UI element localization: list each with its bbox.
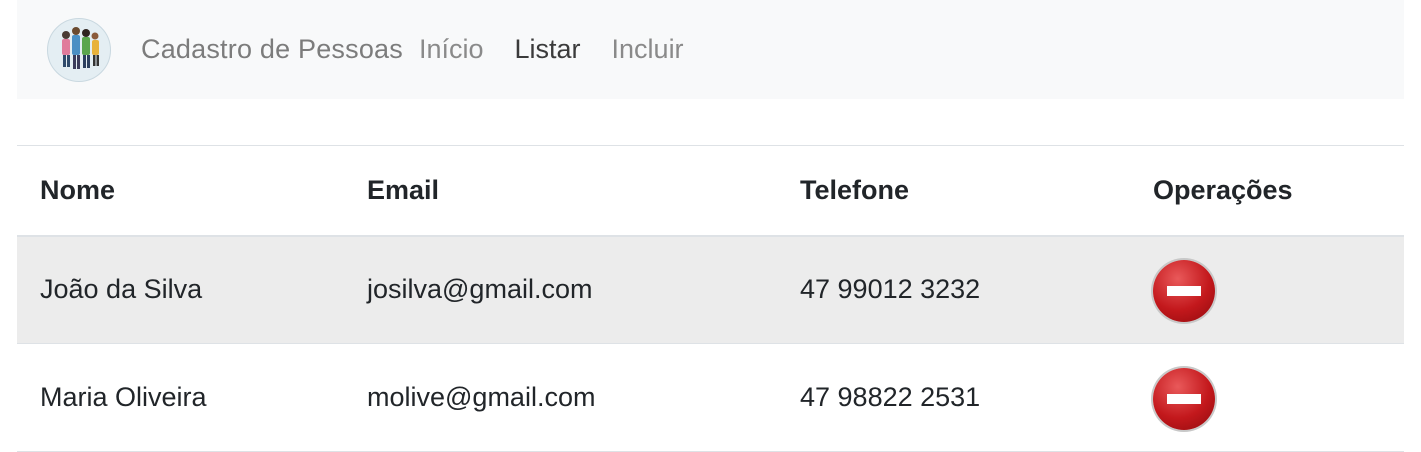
cell-email: josilva@gmail.com bbox=[367, 274, 593, 305]
table-row: João da Silva josilva@gmail.com 47 99012… bbox=[17, 235, 1404, 344]
table-header-row: Nome Email Telefone Operações bbox=[17, 145, 1404, 236]
brand-title[interactable]: Cadastro de Pessoas bbox=[141, 34, 403, 65]
header-nome: Nome bbox=[40, 174, 116, 205]
cell-telefone: 47 98822 2531 bbox=[800, 382, 981, 412]
cell-operacoes bbox=[1130, 344, 1404, 452]
navbar: Cadastro de Pessoas Início Listar Inclui… bbox=[17, 0, 1404, 99]
cell-email: molive@gmail.com bbox=[367, 382, 596, 412]
nav-link-incluir[interactable]: Incluir bbox=[612, 34, 684, 65]
people-table: Nome Email Telefone Operações João da Si… bbox=[17, 145, 1404, 452]
header-operacoes: Operações bbox=[1153, 174, 1293, 205]
cell-telefone: 47 99012 3232 bbox=[800, 274, 981, 305]
nav-link-inicio[interactable]: Início bbox=[419, 34, 484, 65]
remove-icon[interactable] bbox=[1153, 260, 1215, 323]
people-logo-icon[interactable] bbox=[47, 17, 111, 82]
table-row: Maria Oliveira molive@gmail.com 47 98822… bbox=[17, 344, 1404, 452]
header-email: Email bbox=[367, 174, 440, 205]
cell-operacoes bbox=[1130, 236, 1404, 344]
cell-nome: Maria Oliveira bbox=[40, 382, 207, 412]
header-telefone: Telefone bbox=[800, 174, 910, 205]
cell-nome: João da Silva bbox=[40, 274, 203, 305]
remove-icon[interactable] bbox=[1153, 368, 1215, 430]
nav-link-listar[interactable]: Listar bbox=[515, 34, 581, 65]
